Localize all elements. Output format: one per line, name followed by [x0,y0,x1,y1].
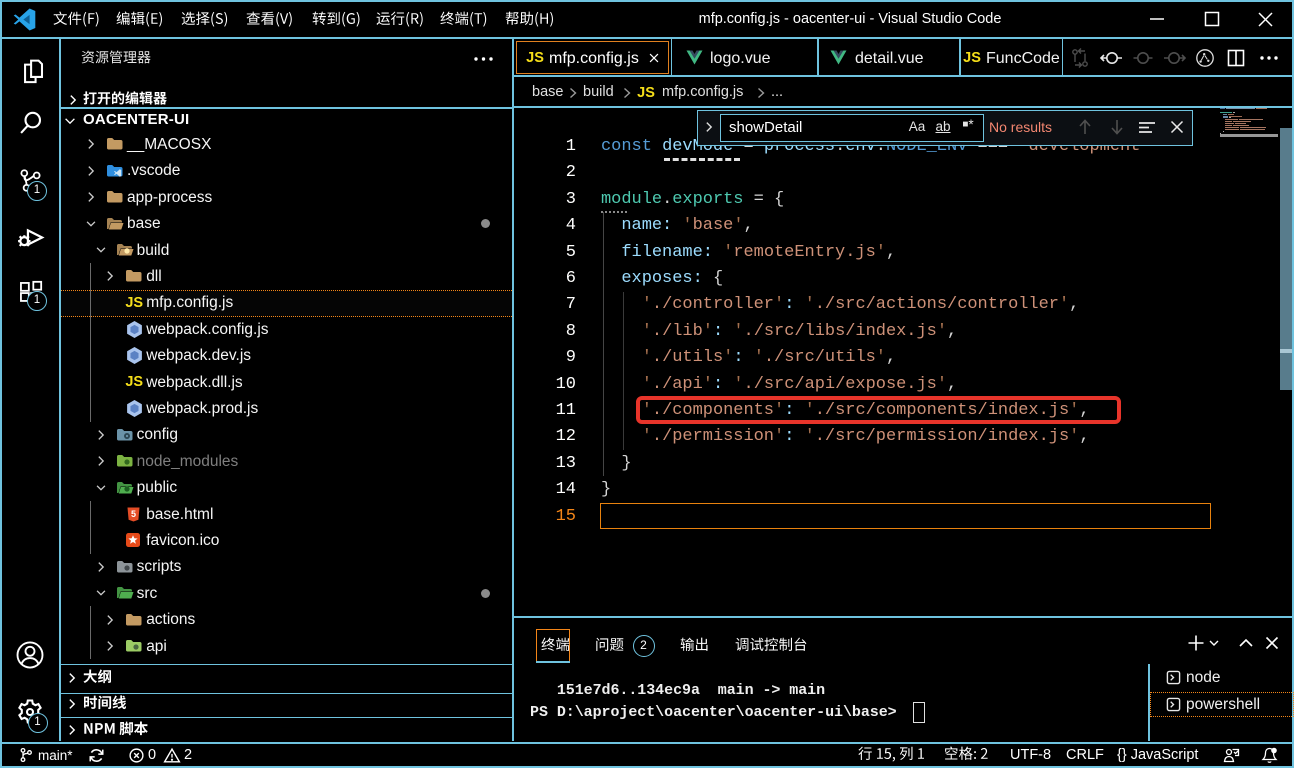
svg-text:5: 5 [131,509,136,519]
